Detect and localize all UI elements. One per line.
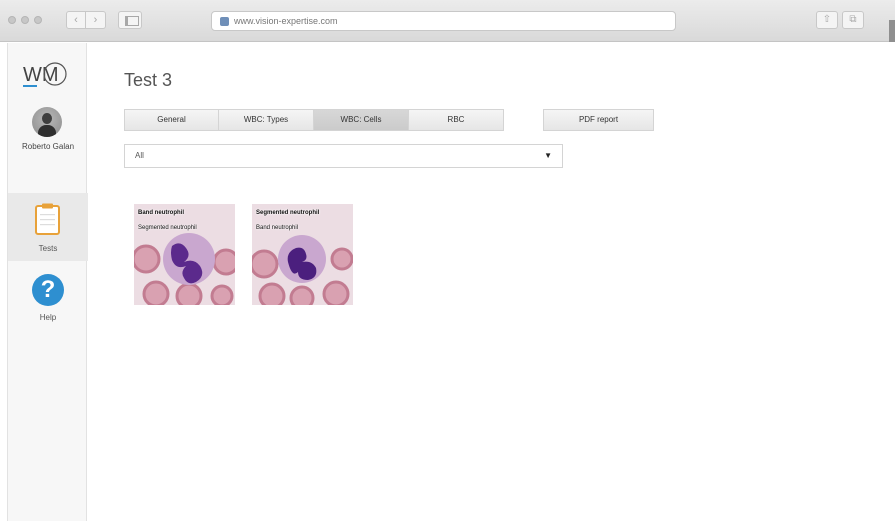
cell-image-card[interactable]: Segmented neutrophil Band neutrophil bbox=[252, 204, 353, 305]
sidebar-item-tests-label: Tests bbox=[38, 244, 58, 253]
tab-bar: General WBC: Types WBC: Cells RBC bbox=[124, 109, 504, 131]
help-icon[interactable]: ? bbox=[32, 274, 64, 306]
share-icon[interactable]: ⇧ bbox=[816, 11, 838, 29]
cell-caption-bottom: Band neutrophil bbox=[256, 225, 299, 231]
browser-toolbar: ‹ › www.vision-expertise.com ⇧ ⧉ bbox=[0, 0, 895, 42]
cell-caption-top: Band neutrophil bbox=[138, 210, 184, 216]
forward-button[interactable]: › bbox=[86, 11, 106, 29]
browser-actions: ⇧ ⧉ bbox=[816, 11, 864, 29]
blood-cell-image-icon bbox=[134, 204, 235, 305]
wm-logo-icon: WM bbox=[23, 62, 67, 87]
address-bar[interactable]: www.vision-expertise.com bbox=[211, 11, 676, 31]
user-name: Roberto Galan bbox=[21, 142, 75, 151]
sidebar-item-help-label: Help bbox=[39, 313, 57, 322]
app-sidebar: WM Roberto Galan Tests ? Help bbox=[7, 43, 88, 521]
browser-sidebar-toggle-button[interactable] bbox=[118, 11, 142, 29]
tab-wbc-types[interactable]: WBC: Types bbox=[219, 109, 314, 131]
tab-general[interactable]: General bbox=[124, 109, 219, 131]
page-title: Test 3 bbox=[124, 70, 173, 90]
minimize-window-button[interactable] bbox=[21, 16, 29, 24]
chevron-down-icon: ▼ bbox=[544, 151, 552, 160]
close-window-button[interactable] bbox=[8, 16, 16, 24]
site-icon bbox=[220, 16, 229, 26]
cell-caption-top: Segmented neutrophil bbox=[256, 210, 320, 216]
window-controls bbox=[8, 16, 42, 24]
cell-filter-value: All bbox=[135, 151, 144, 160]
tab-rbc[interactable]: RBC bbox=[409, 109, 504, 131]
cell-filter-select[interactable]: All ▼ bbox=[124, 144, 563, 168]
tab-wbc-cells[interactable]: WBC: Cells bbox=[314, 109, 409, 131]
avatar[interactable] bbox=[32, 107, 62, 137]
cell-caption-bottom: Segmented neutrophil bbox=[138, 225, 197, 231]
zoom-window-button[interactable] bbox=[34, 16, 42, 24]
pdf-report-button[interactable]: PDF report bbox=[543, 109, 654, 131]
cell-image-card[interactable]: Band neutrophil Segmented neutrophil bbox=[134, 204, 235, 305]
address-url: www.vision-expertise.com bbox=[234, 16, 338, 26]
history-navigation: ‹ › bbox=[66, 11, 106, 29]
new-tab-icon[interactable]: ⧉ bbox=[842, 11, 864, 29]
clipboard-icon[interactable] bbox=[35, 203, 60, 235]
back-button[interactable]: ‹ bbox=[66, 11, 86, 29]
window-scrollbar[interactable] bbox=[889, 20, 895, 42]
blood-cell-image-icon bbox=[252, 204, 353, 305]
logo-text: WM bbox=[23, 64, 59, 86]
